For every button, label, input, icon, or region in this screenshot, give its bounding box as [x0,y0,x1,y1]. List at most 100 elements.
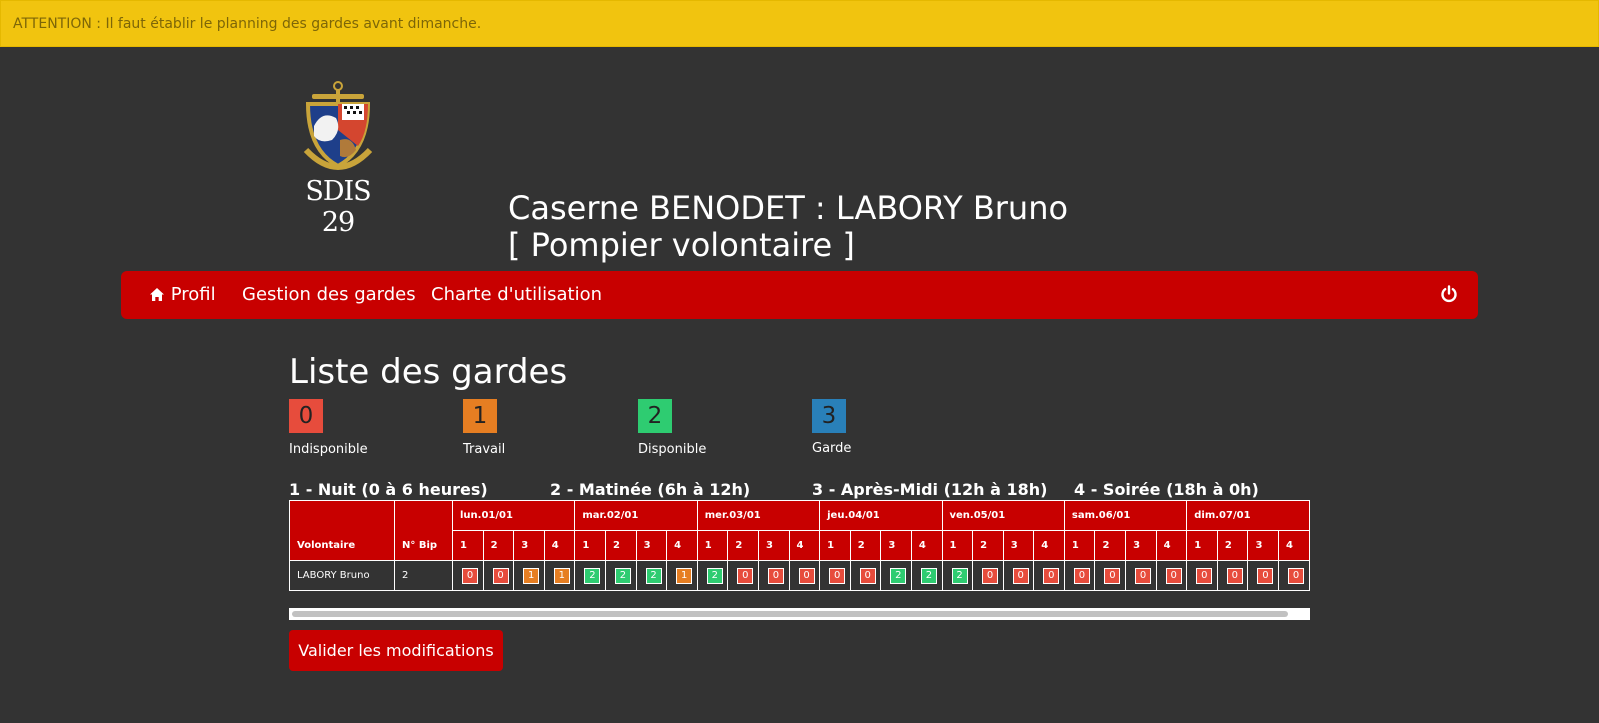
header-role: [ Pompier volontaire ] [508,226,855,264]
sdis29-crest-icon [303,81,373,170]
legend-badge-0: 0 [289,399,323,433]
slot-cell: 0 [1125,560,1157,591]
slot-cell: 2 [635,560,668,591]
page-header: Caserne BENODET : LABORY Bruno [ Pompier… [508,190,1068,264]
slot-header: 1 [819,530,851,561]
day-header: jeu.04/01 [819,500,943,531]
status-badge[interactable]: 0 [982,567,999,584]
slot-cell: 0 [452,560,484,591]
slot-header: 2 [482,530,515,561]
slot-header: 3 [757,530,790,561]
status-badge[interactable]: 0 [462,567,478,584]
header-title: Caserne BENODET : LABORY Bruno [508,189,1069,227]
slot-header: 1 [574,530,606,561]
slot-cell: 0 [727,560,759,591]
status-badge[interactable]: 2 [920,567,937,584]
slot-header: 4 [666,530,698,561]
slot-cell: 0 [757,560,790,591]
status-badge[interactable]: 0 [1257,567,1274,584]
status-badge[interactable]: 0 [859,567,876,584]
logout-button[interactable] [1440,285,1458,307]
volunteer-name: LABORY Bruno [289,560,395,591]
slot-header: 2 [1094,530,1127,561]
slot-header: 4 [1033,530,1065,561]
period-soiree: 4 - Soirée (18h à 0h) [1074,480,1259,499]
nav-charte[interactable]: Charte d'utilisation [431,284,602,305]
status-badge[interactable]: 2 [951,567,968,584]
scrollbar-thumb[interactable] [292,611,1288,617]
slot-header: 3 [1002,530,1035,561]
status-badge[interactable]: 0 [1165,567,1182,584]
col-bip: N° Bip [394,500,453,561]
slot-cell: 1 [543,560,576,591]
slot-header: 1 [1063,530,1096,561]
slot-cell: 0 [1278,560,1310,591]
status-badge[interactable]: 0 [798,567,815,584]
status-badge[interactable]: 2 [645,567,662,584]
period-nuit: 1 - Nuit (0 à 6 heures) [289,480,488,499]
day-header: mar.02/01 [574,500,698,531]
status-badge[interactable]: 0 [1288,567,1305,584]
slot-cell: 0 [972,560,1004,591]
slot-header: 1 [1186,530,1218,561]
day-header: ven.05/01 [941,500,1065,531]
status-badge[interactable]: 0 [492,567,509,584]
slot-cell: 0 [1216,560,1249,591]
slot-header: 2 [849,530,882,561]
slot-cell: 2 [574,560,606,591]
submit-button[interactable]: Valider les modifications [289,630,503,671]
period-apres-midi: 3 - Après-Midi (12h à 18h) [812,480,1048,499]
status-badge[interactable]: 1 [523,567,540,584]
slot-cell: 0 [788,560,821,591]
sdis29-logo: SDIS 29 [296,80,380,238]
nav-gestion-gardes[interactable]: Gestion des gardes [242,284,416,305]
gardes-table: Volontaire N° Bip lun.01/01 mar.02/01 mer.… [289,500,1310,591]
status-badge[interactable]: 2 [584,567,601,584]
slot-cell: 0 [482,560,515,591]
legend-label-3: Garde [812,441,852,456]
slot-cell: 2 [941,560,974,591]
nav-profil[interactable]: Profil [149,284,216,305]
status-badge[interactable]: 2 [706,567,723,584]
status-badge[interactable]: 0 [1104,567,1121,584]
status-badge[interactable]: 0 [1196,567,1213,584]
slot-cell: 0 [1186,560,1218,591]
slot-cell: 2 [696,560,729,591]
legend-label-1: Travail [463,442,506,457]
slot-cell: 0 [1094,560,1127,591]
status-badge[interactable]: 2 [890,567,907,584]
legend-badge-2: 2 [638,399,672,433]
warning-alert: ATTENTION : Il faut établir le planning … [0,0,1599,47]
nav-profil-label: Profil [170,284,216,305]
day-header: dim.07/01 [1186,500,1310,531]
status-badge[interactable]: 0 [1012,567,1029,584]
slot-header: 3 [1247,530,1280,561]
legend-label-2: Disponible [638,442,707,457]
horizontal-scrollbar[interactable] [289,608,1310,620]
slot-header: 4 [543,530,576,561]
slot-header: 1 [696,530,729,561]
slot-cell: 0 [819,560,851,591]
slot-header: 2 [727,530,759,561]
slot-cell: 1 [666,560,698,591]
status-badge[interactable]: 1 [676,567,693,584]
slot-header: 2 [604,530,637,561]
slot-header: 3 [880,530,912,561]
table-header-days: Volontaire N° Bip lun.01/01 mar.02/01 mer.… [289,500,1310,561]
status-badge[interactable]: 2 [614,567,631,584]
slot-cell: 1 [513,560,545,591]
slot-cell: 2 [604,560,637,591]
status-badge[interactable]: 1 [553,567,570,584]
page-title: Liste des gardes [289,352,568,392]
period-matinee: 2 - Matinée (6h à 12h) [550,480,751,499]
status-badge[interactable]: 0 [1073,567,1090,584]
status-badge[interactable]: 0 [1135,567,1152,584]
status-badge[interactable]: 0 [829,567,846,584]
slot-header: 1 [452,530,484,561]
slot-header: 3 [635,530,668,561]
status-badge[interactable]: 0 [1043,567,1060,584]
status-badge[interactable]: 0 [1226,567,1243,584]
slot-header: 2 [1216,530,1249,561]
status-badge[interactable]: 0 [767,567,784,584]
status-badge[interactable]: 0 [737,567,754,584]
